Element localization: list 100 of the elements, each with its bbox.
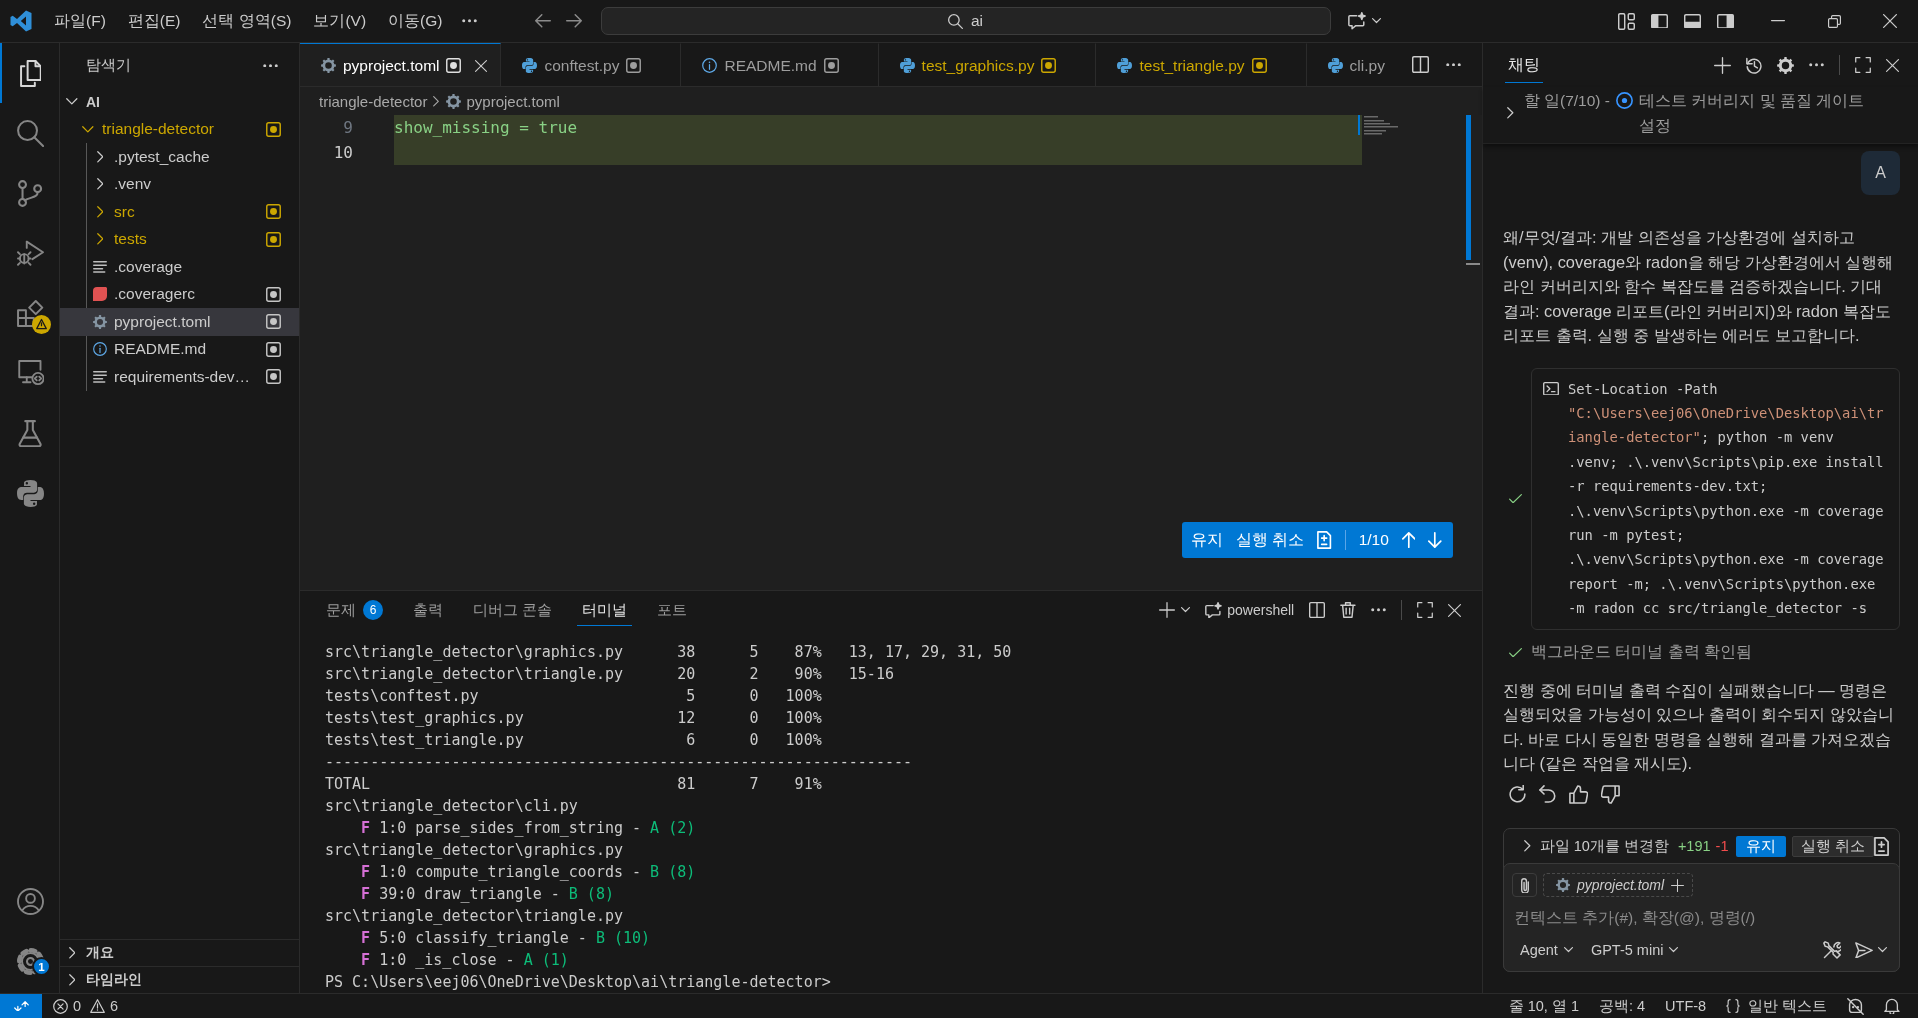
chevron-icon[interactable] xyxy=(1507,107,1514,119)
maximize-icon[interactable] xyxy=(1417,602,1433,618)
bell-icon[interactable] xyxy=(1884,998,1900,1014)
undo-icon[interactable] xyxy=(1539,785,1556,804)
status-item[interactable]: 공백: 4 xyxy=(1598,996,1646,1016)
chat-tab[interactable]: 채팅 xyxy=(1505,47,1543,83)
layout-icon[interactable] xyxy=(1618,12,1635,30)
tree-item[interactable]: .coveragerc xyxy=(60,280,299,308)
tools-icon[interactable] xyxy=(1823,941,1841,959)
keep-button[interactable]: 유지 xyxy=(1191,529,1224,551)
back-icon[interactable] xyxy=(534,14,551,28)
plus-icon[interactable] xyxy=(1713,56,1731,74)
undo-button[interactable]: 실행 취소 xyxy=(1236,529,1305,551)
model-dropdown[interactable]: GPT-5 mini xyxy=(1582,942,1689,958)
error-icon[interactable] xyxy=(53,998,68,1014)
chevron-icon[interactable] xyxy=(96,178,104,191)
more-icon[interactable] xyxy=(1371,608,1386,612)
tree-item[interactable]: .coverage xyxy=(60,253,299,281)
panel-tab[interactable]: 출력 xyxy=(408,594,448,626)
thumbs-down-icon[interactable] xyxy=(1600,784,1620,804)
section-header[interactable]: 개요 xyxy=(60,939,299,966)
close-icon[interactable] xyxy=(1883,14,1897,28)
tree-item[interactable]: requirements-dev… xyxy=(60,363,299,391)
sidebar-left-icon[interactable] xyxy=(1651,13,1668,29)
tree-item[interactable]: tests xyxy=(60,225,299,253)
history-icon[interactable] xyxy=(1745,56,1762,74)
caret-icon[interactable] xyxy=(1371,18,1381,24)
tree-item[interactable]: .pytest_cache xyxy=(60,143,299,171)
chevron-icon[interactable] xyxy=(1524,840,1531,852)
split-icon[interactable] xyxy=(1309,602,1326,618)
chevron-icon[interactable] xyxy=(96,150,104,163)
mode-dropdown[interactable]: Agent xyxy=(1512,942,1583,958)
menu-item[interactable]: 이동(G) xyxy=(377,6,454,36)
plus-icon[interactable] xyxy=(1159,602,1176,618)
language-status[interactable]: 일반 텍스트 xyxy=(1726,996,1828,1016)
panel-tab[interactable]: 터미널 xyxy=(577,594,633,626)
chat-input-box[interactable]: pyproject.toml 컨텍스트 추가(#), 확장(@), 명령(/) Agent GPT-5 mini xyxy=(1503,863,1900,972)
activity-button[interactable]: 1 xyxy=(0,931,59,991)
panel-tab[interactable]: 문제 6 xyxy=(321,594,388,626)
warning-count[interactable]: 6 xyxy=(110,998,119,1014)
chevron-icon[interactable] xyxy=(96,233,104,246)
retry-icon[interactable] xyxy=(1509,785,1526,804)
context-chip[interactable]: pyproject.toml xyxy=(1543,873,1694,897)
chevron-icon[interactable] xyxy=(82,125,94,133)
thumbs-up-icon[interactable] xyxy=(1568,784,1588,804)
panel-tab[interactable]: 디버그 콘솔 xyxy=(468,594,558,626)
robot-face-icon[interactable] xyxy=(1847,997,1865,1015)
terminal-selector[interactable]: powershell xyxy=(1205,601,1295,619)
plus-icon[interactable] xyxy=(1671,878,1685,892)
menu-item[interactable]: 보기(V) xyxy=(302,6,378,36)
minimap[interactable] xyxy=(1358,115,1398,135)
chevron-icon[interactable] xyxy=(68,947,76,959)
caret-icon[interactable] xyxy=(1878,947,1887,953)
remote-button[interactable] xyxy=(0,994,42,1018)
chat-input[interactable]: 컨텍스트 추가(#), 확장(@), 명령(/) xyxy=(1512,901,1887,935)
sidebar-right-icon[interactable] xyxy=(1717,13,1734,29)
status-item[interactable]: 줄 10, 열 1 xyxy=(1508,996,1579,1016)
panel-bottom-icon[interactable] xyxy=(1684,13,1701,29)
tree-item[interactable]: README.md xyxy=(60,335,299,363)
tree-item[interactable]: src xyxy=(60,198,299,226)
diff-file-icon[interactable] xyxy=(1874,836,1890,856)
chevron-icon[interactable] xyxy=(68,974,76,986)
search-field[interactable]: ai xyxy=(600,7,1331,35)
arrow-up-icon[interactable] xyxy=(1401,532,1416,548)
menu-item[interactable]: 선택 영역(S) xyxy=(191,6,303,36)
status-item[interactable]: UTF-8 xyxy=(1665,998,1707,1014)
split-editor-icon[interactable] xyxy=(1412,56,1429,73)
more-icon[interactable] xyxy=(461,19,477,23)
maximize-icon[interactable] xyxy=(1855,57,1871,73)
menu-item[interactable]: 파일(F) xyxy=(43,6,117,36)
more-icon[interactable] xyxy=(1446,62,1461,67)
editor-tab[interactable]: pyproject.toml xyxy=(300,43,502,86)
close-icon[interactable] xyxy=(475,59,488,72)
overview-ruler[interactable] xyxy=(1466,115,1480,265)
forward-icon[interactable] xyxy=(565,14,582,28)
tree-item[interactable]: .venv xyxy=(60,170,299,198)
restore-icon[interactable] xyxy=(1827,14,1841,28)
more-icon[interactable] xyxy=(1809,63,1824,67)
breadcrumb-item[interactable]: pyproject.toml xyxy=(445,92,560,110)
caret-icon[interactable] xyxy=(1181,607,1191,613)
close-icon[interactable] xyxy=(1448,603,1461,617)
breadcrumb-item[interactable]: triangle-detector xyxy=(319,92,428,110)
trash-icon[interactable] xyxy=(1340,602,1356,618)
tree-item[interactable]: pyproject.toml xyxy=(60,308,299,336)
minimize-icon[interactable] xyxy=(1771,20,1785,22)
undo-button[interactable]: 실행 취소 xyxy=(1792,835,1875,857)
keep-button[interactable]: 유지 xyxy=(1736,835,1787,857)
settings-icon[interactable] xyxy=(1777,56,1794,74)
tree-item[interactable]: AI xyxy=(60,88,299,116)
panel-tab[interactable]: 포트 xyxy=(652,594,693,626)
error-count[interactable]: 0 xyxy=(73,998,82,1014)
warning-icon[interactable] xyxy=(90,999,106,1013)
send-icon[interactable] xyxy=(1855,941,1873,959)
attach-button[interactable] xyxy=(1512,873,1537,897)
chevron-icon[interactable] xyxy=(66,98,78,106)
arrow-down-icon[interactable] xyxy=(1428,532,1442,548)
tree-item[interactable]: triangle-detector xyxy=(60,115,299,143)
chevron-icon[interactable] xyxy=(96,205,104,218)
menu-item[interactable]: 편집(E) xyxy=(116,6,192,36)
more-icon[interactable] xyxy=(263,63,278,68)
